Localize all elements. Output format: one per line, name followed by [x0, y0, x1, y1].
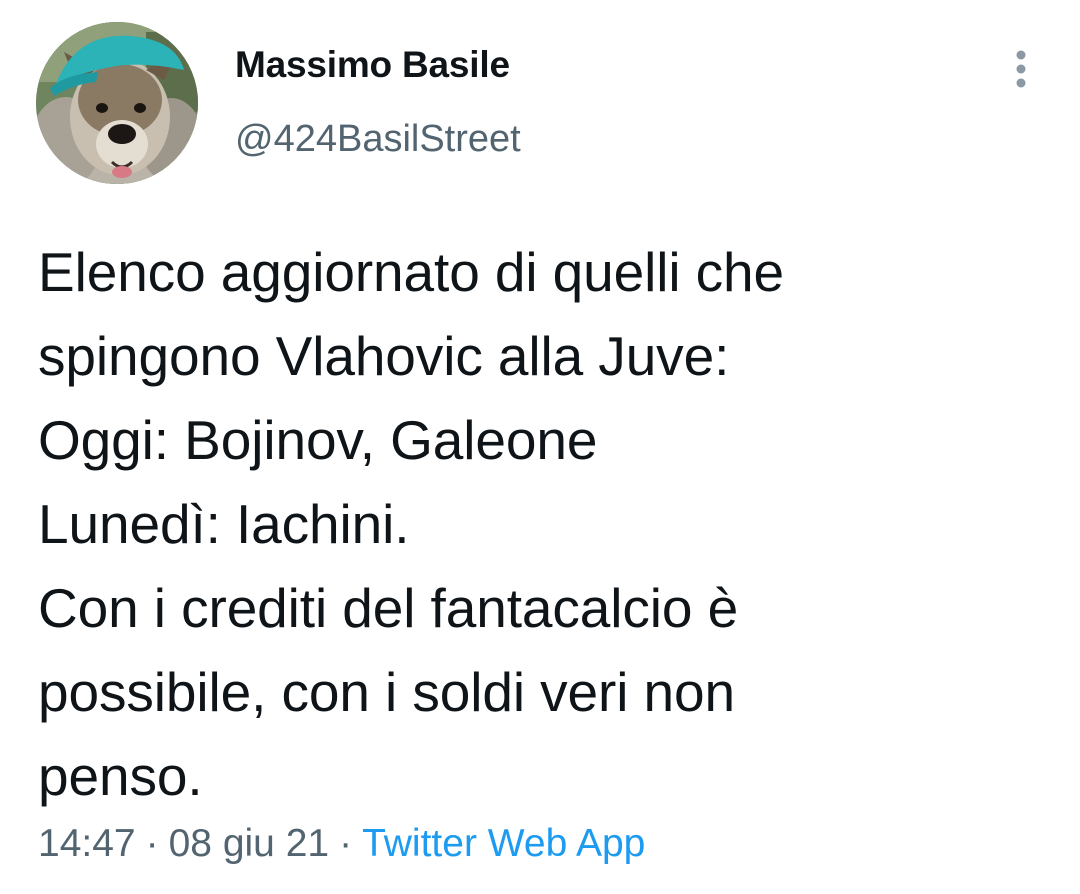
more-vertical-icon [1016, 50, 1026, 88]
dog-avatar-image [36, 22, 198, 184]
tweet-time[interactable]: 14:47 [38, 822, 136, 865]
author-name[interactable]: Massimo Basile [235, 44, 510, 86]
tweet-text: Elenco aggiornato di quelli che spingono… [38, 241, 785, 807]
meta-separator: · [339, 822, 353, 865]
tweet-date[interactable]: 08 giu 21 [169, 822, 329, 865]
tweet-meta: 14:47 · 08 giu 21 · Twitter Web App [38, 822, 645, 866]
author-handle[interactable]: @424BasilStreet [235, 118, 521, 161]
tweet-source-link[interactable]: Twitter Web App [362, 822, 645, 865]
meta-separator: · [145, 822, 159, 865]
more-options-button[interactable] [1004, 46, 1038, 92]
avatar[interactable] [36, 22, 198, 184]
